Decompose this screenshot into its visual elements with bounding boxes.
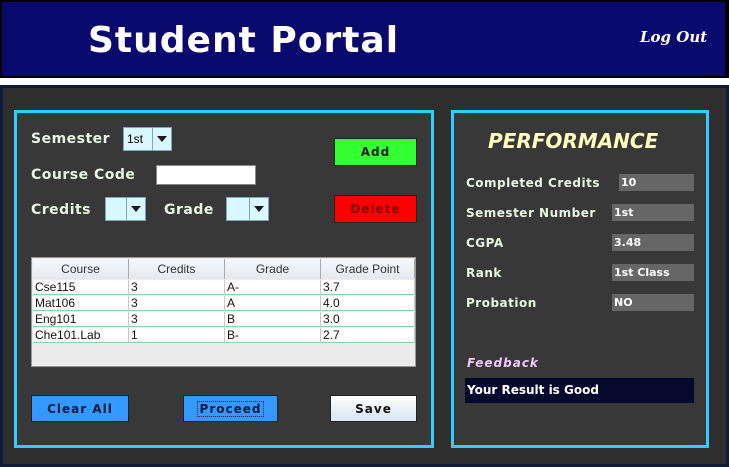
completed-credits-value: 10 xyxy=(619,174,694,191)
cell-credits: 3 xyxy=(129,312,225,327)
cell-course: Eng101 xyxy=(33,312,129,327)
credits-label: Credits xyxy=(31,202,92,218)
course-code-input[interactable] xyxy=(156,165,256,185)
completed-credits-label: Completed Credits xyxy=(466,176,600,190)
cell-grade: B xyxy=(225,312,321,327)
table-row[interactable]: Mat106 3 A 4.0 xyxy=(33,296,415,311)
add-button[interactable]: Add xyxy=(334,138,417,166)
cell-credits: 3 xyxy=(129,280,225,295)
rank-label: Rank xyxy=(466,266,502,280)
table-row[interactable]: Cse115 3 A- 3.7 xyxy=(33,280,415,295)
semester-select[interactable]: 1st xyxy=(123,127,172,151)
header-bar: Student Portal xyxy=(0,0,729,78)
cell-course: Che101.Lab xyxy=(33,328,129,343)
credits-select[interactable] xyxy=(105,197,146,221)
cell-grade-point: 4.0 xyxy=(321,296,415,311)
cell-course: Mat106 xyxy=(33,296,129,311)
cell-grade: A- xyxy=(225,280,321,295)
chevron-down-icon xyxy=(152,128,171,150)
semester-number-value: 1st xyxy=(612,204,694,221)
cell-grade: A xyxy=(225,296,321,311)
cell-grade-point: 3.0 xyxy=(321,312,415,327)
cell-grade-point: 2.7 xyxy=(321,328,415,343)
course-table: Course Credits Grade Grade Point Cse115 … xyxy=(31,257,416,367)
chevron-down-icon xyxy=(249,198,268,220)
column-header-credits[interactable]: Credits xyxy=(129,259,225,279)
cell-credits: 1 xyxy=(129,328,225,343)
semester-number-label: Semester Number xyxy=(466,206,596,220)
proceed-button-label: Proceed xyxy=(196,400,265,417)
rank-value: 1st Class xyxy=(612,264,694,281)
probation-value: NO xyxy=(612,294,694,311)
proceed-button[interactable]: Proceed xyxy=(183,395,278,422)
semester-select-value: 1st xyxy=(127,132,144,146)
logout-link[interactable]: Log Out xyxy=(640,28,707,46)
cell-course: Cse115 xyxy=(33,280,129,295)
table-row[interactable]: Eng101 3 B 3.0 xyxy=(33,312,415,327)
save-button[interactable]: Save xyxy=(330,395,417,422)
page-title: Student Portal xyxy=(88,20,400,61)
column-header-course[interactable]: Course xyxy=(33,259,129,279)
cell-grade: B- xyxy=(225,328,321,343)
table-header: Course Credits Grade Grade Point xyxy=(33,259,415,279)
header-divider xyxy=(0,78,729,85)
header-banner: Student Portal xyxy=(2,2,725,76)
feedback-field: Your Result is Good xyxy=(465,378,694,403)
grade-label: Grade xyxy=(164,202,214,218)
cgpa-label: CGPA xyxy=(466,236,504,250)
performance-title: PERFORMANCE xyxy=(488,129,659,153)
cell-credits: 3 xyxy=(129,296,225,311)
column-header-grade[interactable]: Grade xyxy=(225,259,321,279)
grade-select[interactable] xyxy=(226,197,269,221)
column-header-grade-point[interactable]: Grade Point xyxy=(321,259,415,279)
semester-label: Semester xyxy=(31,131,111,147)
table-row[interactable]: Che101.Lab 1 B- 2.7 xyxy=(33,328,415,343)
delete-button[interactable]: Delete xyxy=(334,195,417,223)
cgpa-value: 3.48 xyxy=(612,234,694,251)
clear-all-button[interactable]: Clear All xyxy=(31,395,129,422)
chevron-down-icon xyxy=(126,198,145,220)
course-code-label: Course Code xyxy=(31,167,136,183)
cell-grade-point: 3.7 xyxy=(321,280,415,295)
probation-label: Probation xyxy=(466,296,537,310)
feedback-label: Feedback xyxy=(467,356,539,370)
